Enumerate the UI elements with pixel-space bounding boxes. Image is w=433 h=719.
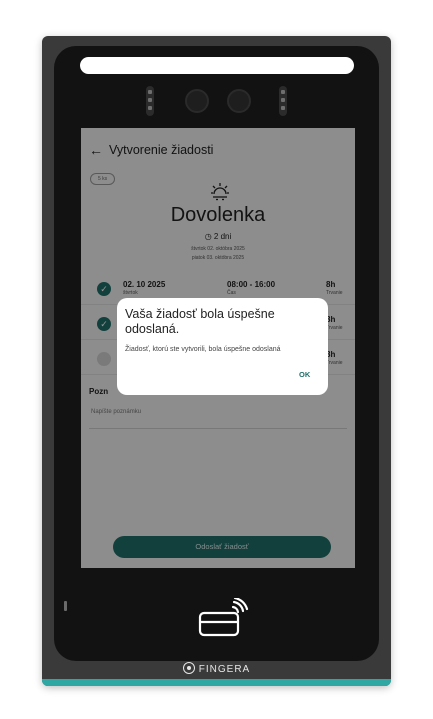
fingera-logo-icon [182, 662, 195, 674]
success-dialog: Vaša žiadosť bola úspešne odoslaná. Žiad… [117, 298, 328, 395]
camera-right [227, 89, 251, 113]
ok-button[interactable]: OK [299, 370, 310, 379]
camera-left [185, 89, 209, 113]
card-reader-icon [198, 598, 249, 637]
brand-logo: FINGERA [0, 662, 433, 675]
dialog-title: Vaša žiadosť bola úspešne odoslaná. [125, 307, 275, 336]
dialog-message: Žiadosť, ktorú ste vytvorili, bola úspeš… [125, 346, 281, 353]
top-light-bar [80, 57, 354, 74]
ir-sensor-right [279, 86, 287, 116]
brand-name: FINGERA [198, 664, 251, 675]
device-accent-strip [42, 679, 391, 686]
ir-sensor-left [146, 86, 154, 116]
side-slot [64, 601, 67, 611]
